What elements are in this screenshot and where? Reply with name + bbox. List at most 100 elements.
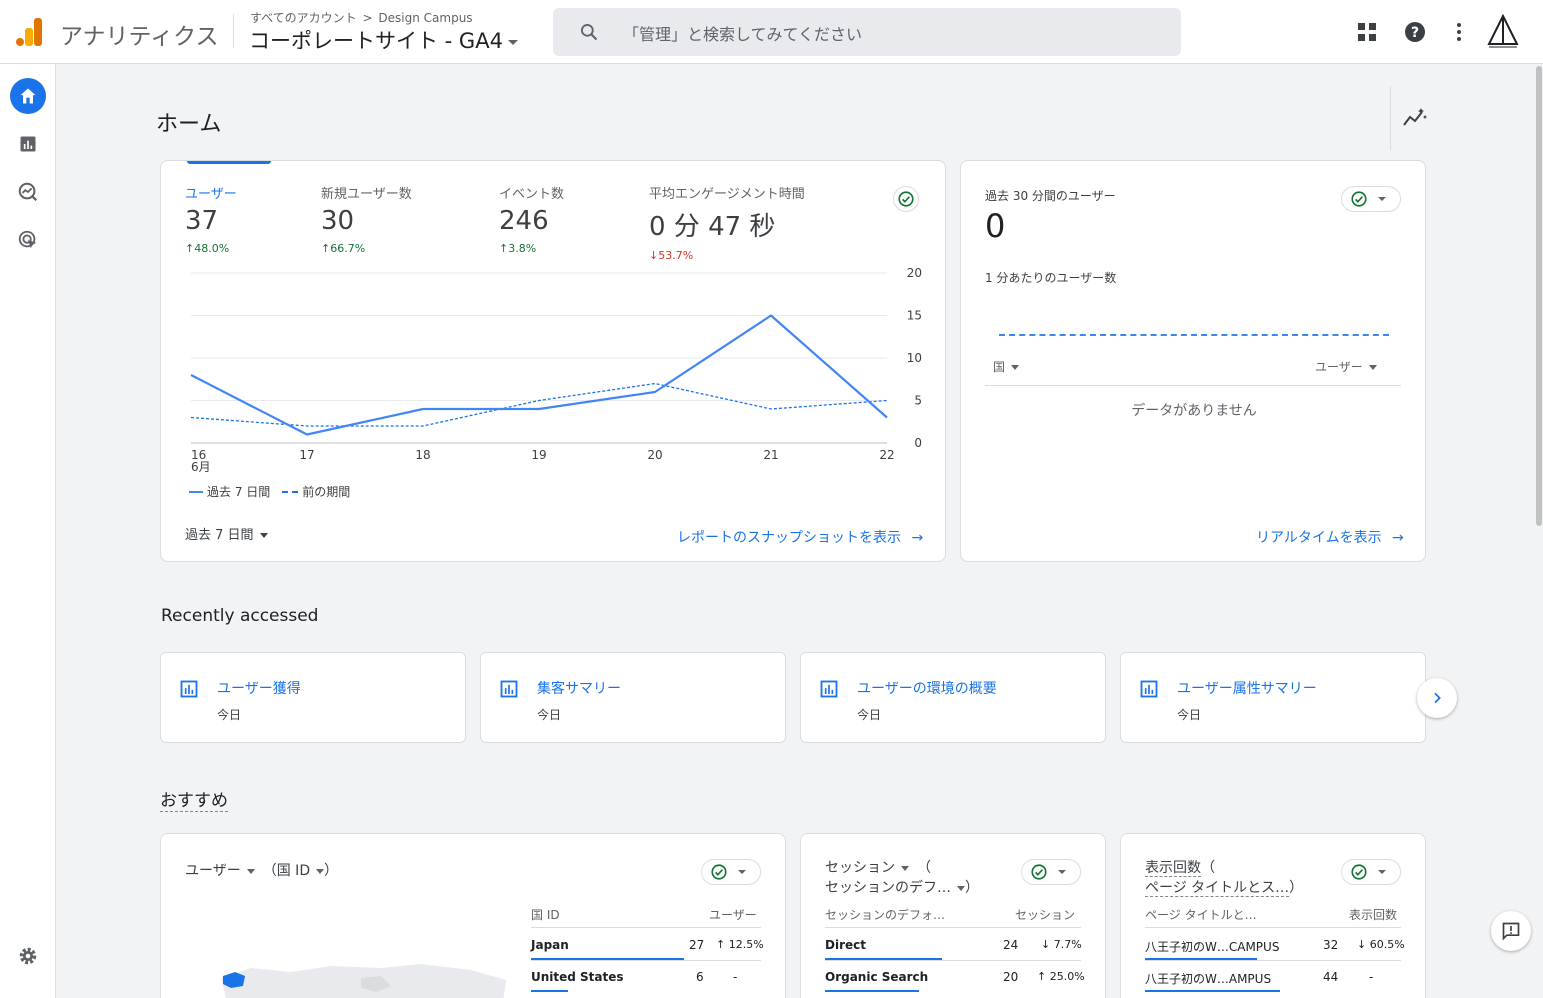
card-header: ユーザー （国 ID） <box>185 863 339 879</box>
check-circle-icon <box>711 864 727 880</box>
data-quality-dropdown[interactable] <box>1341 859 1401 885</box>
metric-selector[interactable]: セッション <box>825 860 917 876</box>
carousel-next-button[interactable] <box>1417 678 1457 718</box>
link-label: レポートのスナップショットを表示 <box>677 530 901 546</box>
realtime-card: 過去 30 分間のユーザー 0 1 分あたりのユーザー数 国 ユーザー データが… <box>960 160 1426 562</box>
y-tick-label: 15 <box>907 309 922 323</box>
data-quality-dropdown[interactable] <box>1021 859 1081 885</box>
x-tick-label: 22 <box>879 448 894 462</box>
nav-admin[interactable] <box>10 938 46 974</box>
feedback-button[interactable] <box>1491 911 1531 951</box>
col-dimension[interactable]: セッションのデフォ… <box>825 906 945 923</box>
breadcrumb[interactable]: すべてのアカウント > Design Campus <box>250 9 473 26</box>
analytics-logo[interactable] <box>14 16 44 46</box>
divider <box>531 960 761 961</box>
recent-title: 集客サマリー <box>537 681 621 697</box>
row-value: 27 <box>689 938 705 952</box>
row-value: 20 <box>1003 970 1019 984</box>
arrow-up-icon: ↑ <box>1037 970 1050 983</box>
metric-new-users[interactable]: 新規ユーザー数 30 ↑66.7% <box>321 183 412 255</box>
link-label: リアルタイムを表示 <box>1256 530 1382 546</box>
card-header: セッション（ セッションのデフ…） <box>825 860 979 896</box>
selected-tab-indicator <box>187 161 271 164</box>
property-selector[interactable]: コーポレートサイト - GA4 <box>249 25 518 55</box>
check-circle-icon <box>1351 864 1367 880</box>
row-name: 八王子初のW…AMPUS <box>1145 972 1272 986</box>
scrollbar-thumb[interactable] <box>1536 66 1542 526</box>
dimension-selector[interactable]: 国 ID <box>277 863 325 879</box>
recent-card[interactable]: ユーザーの環境の概要 今日 <box>800 652 1106 743</box>
col-country[interactable]: 国 <box>993 358 1020 375</box>
recent-card[interactable]: 集客サマリー 今日 <box>480 652 786 743</box>
breadcrumb-account[interactable]: Design Campus <box>378 11 472 25</box>
settings-icon <box>19 947 37 965</box>
nav-home[interactable] <box>10 78 46 114</box>
metric-label: ユーザー <box>185 187 237 202</box>
col-metric[interactable]: 表示回数 <box>1349 906 1397 923</box>
arrow-up-icon: ↑ <box>185 242 195 255</box>
nav-reports[interactable] <box>10 126 46 162</box>
divider <box>825 960 1081 961</box>
svg-text:?: ? <box>1411 25 1419 41</box>
nav-explore[interactable] <box>10 174 46 210</box>
recommended-card-sessions: セッション（ セッションのデフ…） セッションのデフォ… セッション Direc… <box>800 833 1106 998</box>
series-line-previous <box>190 382 888 427</box>
page-scrollbar[interactable] <box>1535 64 1543 998</box>
y-tick-label: 20 <box>907 266 922 280</box>
metric-events[interactable]: イベント数 246 ↑3.8% <box>499 183 564 255</box>
view-snapshot-link[interactable]: レポートのスナップショットを表示 → <box>677 527 923 547</box>
date-range-selector[interactable]: 過去 7 日間 <box>185 524 268 543</box>
more-vert-icon[interactable] <box>1447 20 1471 44</box>
arrow-up-icon: ↑ <box>321 242 331 255</box>
dimension-selector[interactable]: セッションのデフ… <box>825 880 965 896</box>
row-name: 八王子初のW…CAMPUS <box>1145 940 1280 954</box>
left-nav <box>0 64 56 998</box>
realtime-title: 過去 30 分間のユーザー <box>985 189 1116 203</box>
y-tick-label: 0 <box>914 436 922 450</box>
recent-title: ユーザーの環境の概要 <box>857 681 997 697</box>
recommended-section-title[interactable]: おすすめ <box>160 786 228 812</box>
help-icon[interactable]: ? <box>1403 20 1427 44</box>
data-quality-dropdown[interactable] <box>1341 186 1401 212</box>
data-quality-button[interactable] <box>893 186 919 212</box>
apps-grid-icon[interactable] <box>1355 20 1379 44</box>
col-metric[interactable]: セッション <box>1015 906 1075 923</box>
top-bar: アナリティクス すべてのアカウント > Design Campus コーポレート… <box>0 0 1543 64</box>
row-name: Organic Search <box>825 970 929 984</box>
metric-change: ↑48.0% <box>185 242 230 255</box>
metric-selector[interactable]: 表示回数 <box>1145 860 1201 877</box>
col-dimension[interactable]: 国 ID <box>531 906 560 923</box>
recent-card[interactable]: ユーザー獲得 今日 <box>160 652 466 743</box>
insights-icon[interactable] <box>1402 107 1428 129</box>
view-realtime-link[interactable]: リアルタイムを表示 → <box>1256 527 1404 547</box>
metric-change: ↑66.7% <box>321 242 366 255</box>
row-name: Direct <box>825 938 866 952</box>
users-line-chart: 0510152016 17 18 19 20 21 226月 <box>190 266 922 474</box>
data-quality-dropdown[interactable] <box>701 859 761 885</box>
metric-selector[interactable]: ユーザー <box>185 863 263 879</box>
nav-advertising[interactable] <box>10 222 46 258</box>
dimension-selector[interactable]: ページ タイトルとス… <box>1145 880 1290 897</box>
caret-down-icon <box>738 870 746 874</box>
breadcrumb-root[interactable]: すべてのアカウント <box>250 11 357 25</box>
recent-card[interactable]: ユーザー属性サマリー 今日 <box>1120 652 1426 743</box>
row-share-bar <box>1145 990 1280 992</box>
metric-users[interactable]: ユーザー 37 ↑48.0% <box>185 183 237 255</box>
report-icon <box>1140 680 1158 698</box>
col-metric[interactable]: ユーザー <box>709 906 757 923</box>
series-line-current <box>190 314 888 436</box>
x-tick-label: 17 <box>299 448 314 462</box>
metric-value: 30 <box>321 206 355 236</box>
page-title: ホーム <box>156 112 222 137</box>
col-dimension[interactable]: ページ タイトルと… <box>1145 906 1257 923</box>
legend-label-previous: 前の期間 <box>302 485 351 499</box>
home-icon <box>20 88 36 104</box>
check-circle-icon <box>1031 864 1047 880</box>
account-logo[interactable] <box>1486 14 1520 50</box>
x-tick-label: 20 <box>647 448 662 462</box>
card-header: 表示回数（ ページ タイトルとス…） <box>1145 860 1304 897</box>
metric-engagement-time[interactable]: 平均エンゲージメント時間 0 分 47 秒 ↓53.7% <box>649 183 805 262</box>
row-value: 44 <box>1323 970 1339 984</box>
search-box[interactable]: 「管理」と検索してみてください <box>553 8 1181 56</box>
col-users[interactable]: ユーザー <box>1315 358 1377 375</box>
